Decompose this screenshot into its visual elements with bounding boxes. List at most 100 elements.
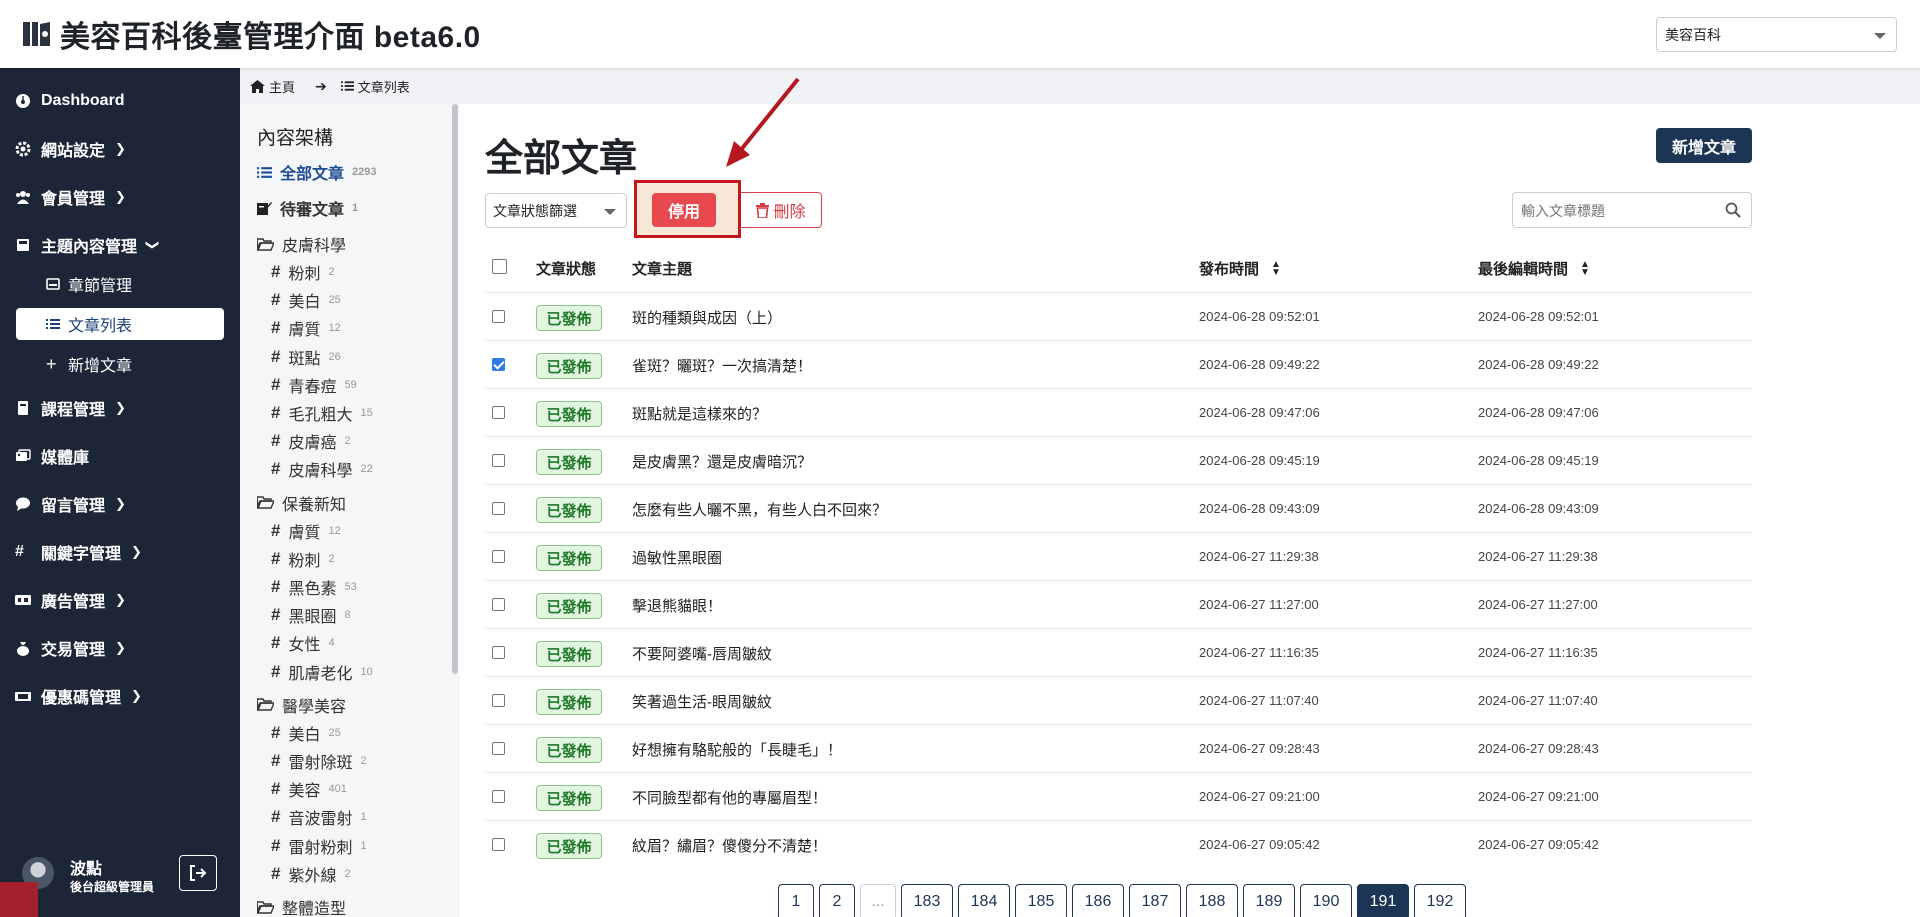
row-checkbox[interactable]: [492, 694, 505, 707]
page-button[interactable]: 189: [1243, 884, 1295, 917]
category-pending-articles[interactable]: 待審文章 1: [257, 197, 358, 219]
article-title-link[interactable]: 不同臉型都有他的專屬眉型！: [632, 787, 827, 808]
article-title-link[interactable]: 斑點就是這樣來的？: [632, 403, 767, 424]
category-tag[interactable]: # 音波雷射 1: [271, 806, 367, 828]
category-group[interactable]: 保養新知: [257, 492, 346, 514]
status-filter-select[interactable]: 文章狀態篩選: [485, 193, 627, 228]
sidebar-item-comments[interactable]: 留言管理 ❯: [0, 484, 240, 524]
category-scrollbar[interactable]: [452, 104, 458, 674]
sidebar-item-ads[interactable]: 廣告管理 ❯: [0, 580, 240, 620]
sidebar-subitem-new-article[interactable]: + 新增文章: [16, 348, 224, 380]
row-checkbox[interactable]: [492, 502, 505, 515]
page-button[interactable]: 188: [1186, 884, 1238, 917]
sidebar-item-dashboard[interactable]: Dashboard: [0, 81, 240, 121]
row-checkbox[interactable]: [492, 790, 505, 803]
article-title-link[interactable]: 是皮膚黑？還是皮膚暗沉？: [632, 451, 812, 472]
sidebar-item-courses[interactable]: 課程管理 ❯: [0, 388, 240, 428]
sidebar-item-members[interactable]: 會員管理 ❯: [0, 177, 240, 217]
article-title-link[interactable]: 好想擁有駱駝般的「長睫毛」！: [632, 739, 842, 760]
search-icon[interactable]: [1725, 202, 1741, 218]
category-tag[interactable]: # 皮膚科學 22: [271, 458, 373, 480]
article-title-link[interactable]: 笑著過生活-眼周皺紋: [632, 691, 772, 712]
category-tag[interactable]: # 膚質 12: [271, 317, 341, 339]
sidebar-item-content[interactable]: 主題內容管理 ❯: [0, 225, 240, 265]
category-all-articles[interactable]: 全部文章 2293: [257, 161, 377, 183]
row-checkbox[interactable]: [492, 742, 505, 755]
row-checkbox[interactable]: [492, 550, 505, 563]
sidebar-item-transactions[interactable]: 交易管理 ❯: [0, 628, 240, 668]
row-checkbox[interactable]: [492, 454, 505, 467]
category-tag[interactable]: # 斑點 26: [271, 346, 341, 368]
logout-button[interactable]: [179, 855, 217, 891]
page-button[interactable]: 185: [1015, 884, 1067, 917]
page-button[interactable]: 183: [901, 884, 953, 917]
site-select[interactable]: 美容百科: [1656, 17, 1897, 52]
category-tag[interactable]: # 黑色素 53: [271, 576, 357, 598]
row-checkbox[interactable]: [492, 598, 505, 611]
category-tag[interactable]: # 雷射除斑 2: [271, 750, 367, 772]
category-tag[interactable]: # 毛孔粗大 15: [271, 402, 373, 424]
disable-button[interactable]: 停用: [652, 193, 716, 227]
category-tag[interactable]: # 美白 25: [271, 289, 341, 311]
sidebar-item-site-settings[interactable]: 網站設定 ❯: [0, 129, 240, 169]
delete-button[interactable]: 刪除: [741, 192, 822, 228]
page-button[interactable]: 190: [1300, 884, 1352, 917]
article-title-link[interactable]: 過敏性黑眼圈: [632, 547, 722, 568]
category-tag[interactable]: # 美白 25: [271, 722, 341, 744]
row-checkbox[interactable]: [492, 358, 505, 371]
new-article-button[interactable]: 新增文章: [1656, 128, 1752, 163]
sidebar-item-keywords[interactable]: # 關鍵字管理 ❯: [0, 532, 240, 572]
table-row[interactable]: 已發佈 斑的種類與成因（上） 2024-06-28 09:52:01 2024-06-…: [485, 292, 1752, 340]
page-button[interactable]: 184: [958, 884, 1010, 917]
category-group[interactable]: 整體造型: [257, 896, 346, 917]
row-checkbox[interactable]: [492, 310, 505, 323]
table-row[interactable]: 已發佈 是皮膚黑？還是皮膚暗沉？ 2024-06-28 09:45:19 2024-0…: [485, 436, 1752, 484]
page-button[interactable]: 191: [1357, 884, 1409, 917]
page-button[interactable]: 186: [1072, 884, 1124, 917]
sidebar-item-media[interactable]: 媒體庫: [0, 436, 240, 476]
page-button[interactable]: 192: [1414, 884, 1466, 917]
article-title-link[interactable]: 怎麼有些人曬不黑，有些人白不回來？: [632, 499, 887, 520]
table-row[interactable]: 已發佈 紋眉？繡眉？傻傻分不清楚！ 2024-06-27 09:05:42 2024-…: [485, 820, 1752, 868]
brand[interactable]: 美容百科後臺管理介面 beta6.0: [22, 14, 481, 54]
page-button[interactable]: 2: [819, 884, 855, 917]
category-tag[interactable]: # 粉刺 2: [271, 548, 335, 570]
article-title-link[interactable]: 擊退熊貓眼！: [632, 595, 722, 616]
category-tag[interactable]: # 美容 401: [271, 778, 347, 800]
sidebar-subitem-chapters[interactable]: 章節管理: [16, 268, 224, 300]
article-title-link[interactable]: 斑的種類與成因（上）: [632, 307, 782, 328]
breadcrumb-current[interactable]: 文章列表: [340, 77, 410, 96]
category-tag[interactable]: # 雷射粉刺 1: [271, 835, 367, 857]
column-header-published[interactable]: 發布時間 ▲ ▼: [1199, 258, 1281, 279]
row-checkbox[interactable]: [492, 838, 505, 851]
article-title-link[interactable]: 紋眉？繡眉？傻傻分不清楚！: [632, 835, 827, 856]
row-checkbox[interactable]: [492, 406, 505, 419]
table-row[interactable]: 已發佈 好想擁有駱駝般的「長睫毛」！ 2024-06-27 09:28:43 2024…: [485, 724, 1752, 772]
table-row[interactable]: 已發佈 斑點就是這樣來的？ 2024-06-28 09:47:06 2024-06-2…: [485, 388, 1752, 436]
category-tag[interactable]: # 黑眼圈 8: [271, 604, 351, 626]
category-tag[interactable]: # 青春痘 59: [271, 374, 357, 396]
category-group[interactable]: 皮膚科學: [257, 233, 346, 255]
search-input[interactable]: [1521, 201, 1711, 221]
sidebar-item-coupons[interactable]: 優惠碼管理 ❯: [0, 676, 240, 716]
article-title-link[interactable]: 不要阿婆嘴-唇周皺紋: [632, 643, 772, 664]
row-checkbox[interactable]: [492, 646, 505, 659]
sidebar-subitem-article-list[interactable]: 文章列表: [16, 308, 224, 340]
table-row[interactable]: 已發佈 怎麼有些人曬不黑，有些人白不回來？ 2024-06-28 09:43:09 2…: [485, 484, 1752, 532]
category-tag[interactable]: # 粉刺 2: [271, 261, 335, 283]
table-row[interactable]: 已發佈 擊退熊貓眼！ 2024-06-27 11:27:00 2024-06-27 1…: [485, 580, 1752, 628]
category-tag[interactable]: # 紫外線 2: [271, 863, 351, 885]
table-row[interactable]: 已發佈 不同臉型都有他的專屬眉型！ 2024-06-27 09:21:00 2024-…: [485, 772, 1752, 820]
column-header-edited[interactable]: 最後編輯時間 ▲ ▼: [1478, 258, 1590, 279]
table-row[interactable]: 已發佈 雀斑？曬斑？一次搞清楚！ 2024-06-28 09:49:22 2024-0…: [485, 340, 1752, 388]
category-tag[interactable]: # 女性 4: [271, 632, 335, 654]
select-all-checkbox[interactable]: [492, 259, 507, 274]
category-tag[interactable]: # 肌膚老化 10: [271, 661, 373, 683]
breadcrumb-home[interactable]: 主頁: [250, 77, 295, 96]
category-tag[interactable]: # 皮膚癌 2: [271, 430, 351, 452]
table-row[interactable]: 已發佈 過敏性黑眼圈 2024-06-27 11:29:38 2024-06-27 1…: [485, 532, 1752, 580]
category-group[interactable]: 醫學美容: [257, 694, 346, 716]
table-row[interactable]: 已發佈 笑著過生活-眼周皺紋 2024-06-27 11:07:40 2024-06-…: [485, 676, 1752, 724]
page-button[interactable]: 1: [778, 884, 814, 917]
article-title-link[interactable]: 雀斑？曬斑？一次搞清楚！: [632, 355, 812, 376]
